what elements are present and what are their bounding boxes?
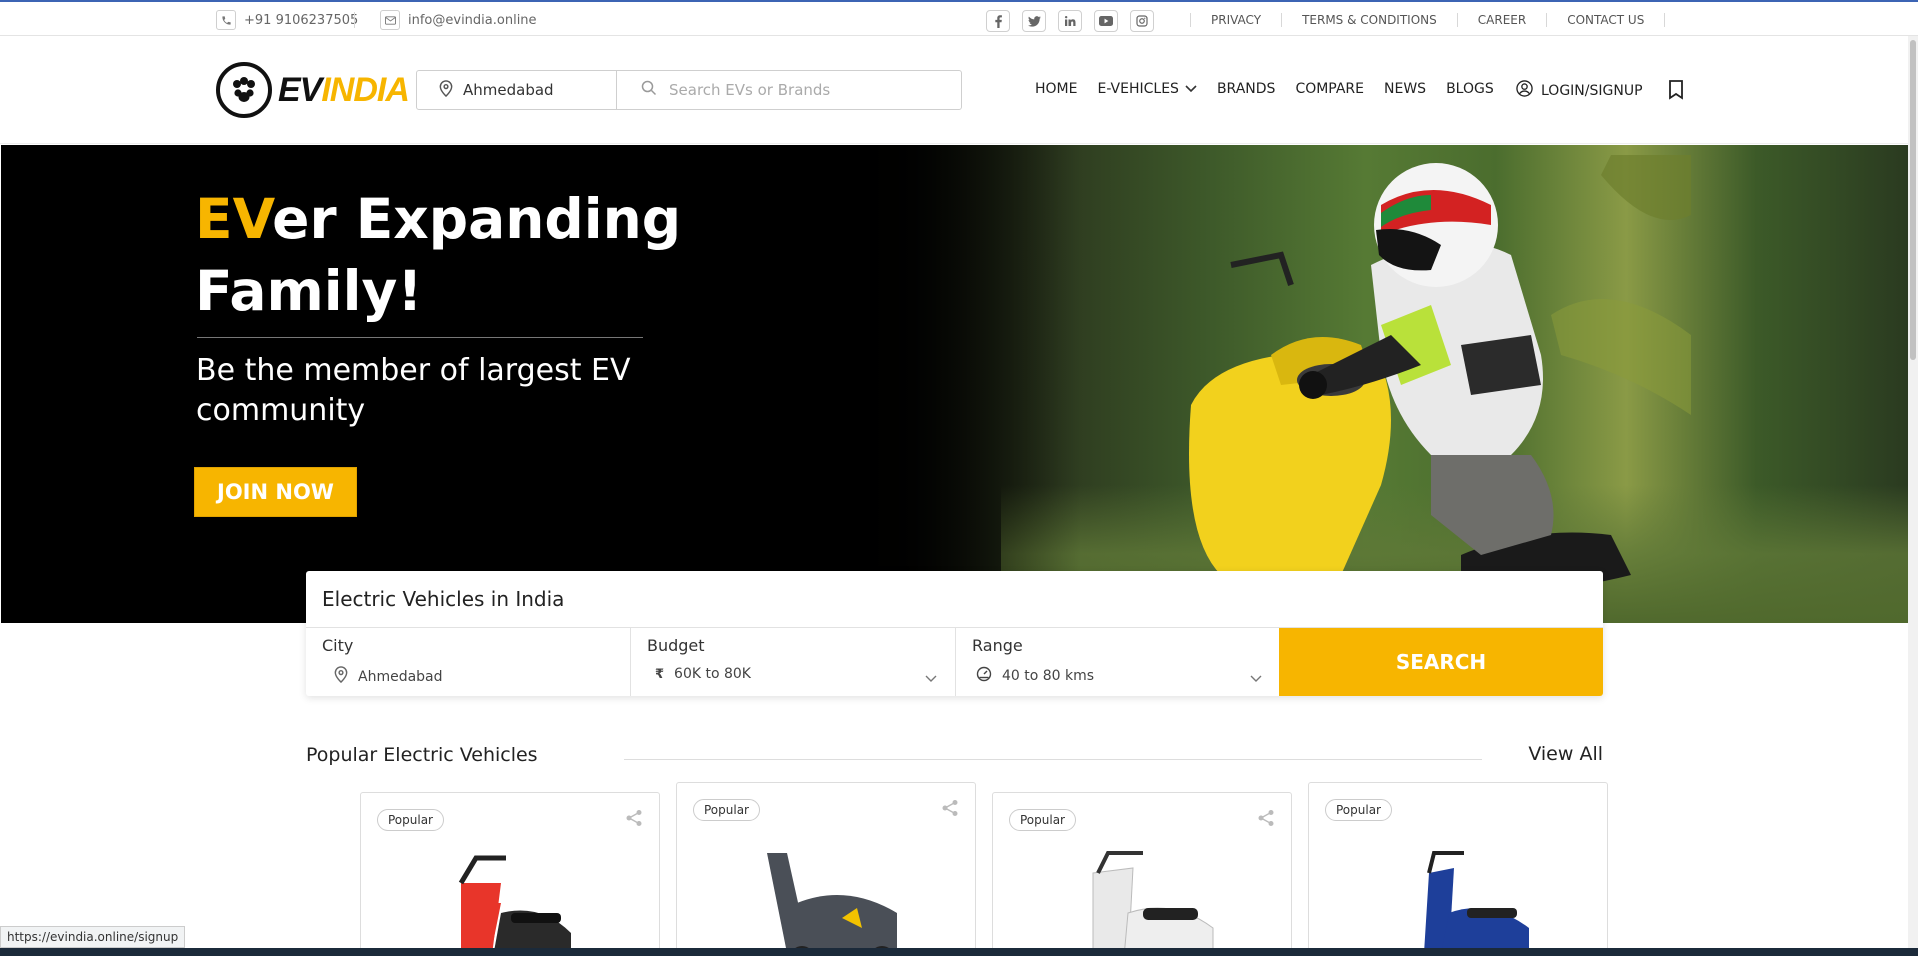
instagram-icon[interactable] bbox=[1130, 10, 1154, 32]
site-logo[interactable]: EVINDIA bbox=[216, 62, 410, 118]
city-filter-value: Ahmedabad bbox=[322, 666, 443, 687]
header-search: Ahmedabad bbox=[416, 70, 962, 110]
nav-brands[interactable]: BRANDS bbox=[1217, 81, 1275, 97]
location-pin-icon bbox=[439, 79, 453, 101]
vehicle-card[interactable]: Popular bbox=[992, 792, 1292, 956]
chevron-down-icon bbox=[925, 668, 937, 687]
popular-badge: Popular bbox=[377, 809, 444, 831]
browser-status-url: https://evindia.online/signup bbox=[0, 926, 186, 948]
speedometer-icon bbox=[976, 666, 992, 686]
user-circle-icon bbox=[1516, 80, 1533, 101]
scrollbar-thumb[interactable] bbox=[1910, 40, 1916, 360]
location-pin-icon bbox=[334, 666, 348, 687]
terms-link[interactable]: TERMS & CONDITIONS bbox=[1281, 13, 1457, 27]
career-link[interactable]: CAREER bbox=[1456, 13, 1546, 27]
budget-filter[interactable]: Budget ₹ 60K to 80K bbox=[631, 628, 956, 696]
hero-divider bbox=[197, 337, 643, 338]
scooter-image bbox=[1092, 851, 1214, 956]
join-now-button[interactable]: JOIN NOW bbox=[194, 467, 357, 517]
city-selector-value: Ahmedabad bbox=[463, 81, 554, 99]
top-bar: +91 9106237505 info@evindia.online PRIVA… bbox=[0, 0, 1918, 36]
section-title: Popular Electric Vehicles bbox=[306, 744, 538, 766]
hero-headline: EVer Expanding Family! bbox=[195, 187, 682, 323]
budget-filter-value: ₹ 60K to 80K bbox=[655, 666, 751, 682]
login-signup-link[interactable]: LOGIN/SIGNUP bbox=[1516, 80, 1643, 101]
nav-news[interactable]: NEWS bbox=[1384, 81, 1426, 97]
phone-number: +91 9106237505 bbox=[244, 12, 359, 28]
nav-e-vehicles-label: E-VEHICLES bbox=[1097, 81, 1179, 97]
range-filter-label: Range bbox=[972, 636, 1023, 655]
nav-home[interactable]: HOME bbox=[1035, 81, 1077, 97]
search-icon bbox=[641, 80, 657, 100]
email-contact[interactable]: info@evindia.online bbox=[380, 10, 537, 30]
ev-finder-panel: Electric Vehicles in India City Ahmedaba… bbox=[306, 571, 1603, 696]
share-icon[interactable] bbox=[625, 809, 643, 831]
twitter-icon[interactable] bbox=[1022, 10, 1046, 32]
city-selector[interactable]: Ahmedabad bbox=[417, 71, 617, 109]
finder-filters: City Ahmedabad Budget ₹ 60K to 80K Range bbox=[306, 627, 1603, 696]
range-filter[interactable]: Range 40 to 80 kms bbox=[956, 628, 1281, 696]
city-filter-label: City bbox=[322, 636, 354, 655]
phone-icon bbox=[216, 10, 236, 30]
finder-title: Electric Vehicles in India bbox=[322, 587, 565, 611]
social-links bbox=[986, 10, 1154, 32]
scooter-image bbox=[1424, 851, 1529, 956]
search-input[interactable] bbox=[669, 81, 949, 99]
vehicle-card[interactable]: Popular bbox=[1308, 782, 1608, 956]
bookmark-icon[interactable] bbox=[1668, 80, 1684, 104]
logo-wordmark: EVINDIA bbox=[278, 70, 410, 109]
youtube-icon[interactable] bbox=[1094, 10, 1118, 32]
popular-badge: Popular bbox=[693, 799, 760, 821]
linkedin-icon[interactable] bbox=[1058, 10, 1082, 32]
share-icon[interactable] bbox=[1257, 809, 1275, 831]
mail-icon bbox=[380, 10, 400, 30]
contact-us-link[interactable]: CONTACT US bbox=[1546, 13, 1666, 27]
search-field bbox=[617, 71, 961, 109]
scooter-image bbox=[458, 855, 571, 956]
search-button[interactable]: SEARCH bbox=[1279, 628, 1603, 696]
popular-badge: Popular bbox=[1325, 799, 1392, 821]
vehicle-card[interactable]: Popular bbox=[676, 782, 976, 956]
hero-banner: EVer Expanding Family! Be the member of … bbox=[1, 145, 1909, 623]
top-links: PRIVACY TERMS & CONDITIONS CAREER CONTAC… bbox=[1190, 13, 1666, 27]
site-header: EVINDIA Ahmedabad HOME E-VEHICLES BRANDS… bbox=[0, 36, 1918, 144]
view-all-link[interactable]: View All bbox=[1528, 743, 1603, 765]
chevron-down-icon bbox=[1185, 81, 1197, 97]
nav-compare[interactable]: COMPARE bbox=[1295, 81, 1364, 97]
email-address: info@evindia.online bbox=[408, 12, 537, 28]
chevron-down-icon bbox=[1250, 668, 1262, 687]
main-nav: HOME E-VEHICLES BRANDS COMPARE NEWS BLOG… bbox=[1035, 81, 1494, 97]
login-signup-label: LOGIN/SIGNUP bbox=[1541, 82, 1643, 99]
logo-paw-icon bbox=[216, 62, 272, 118]
range-filter-value: 40 to 80 kms bbox=[972, 666, 1094, 686]
budget-filter-label: Budget bbox=[647, 636, 705, 655]
rider-on-scooter-image bbox=[1189, 155, 1691, 595]
privacy-link[interactable]: PRIVACY bbox=[1190, 13, 1281, 27]
facebook-icon[interactable] bbox=[986, 10, 1010, 32]
vehicle-card[interactable]: Popular bbox=[360, 792, 660, 956]
nav-blogs[interactable]: BLOGS bbox=[1446, 81, 1494, 97]
scooter-image bbox=[767, 853, 897, 956]
phone-contact[interactable]: +91 9106237505 bbox=[216, 10, 358, 30]
nav-e-vehicles[interactable]: E-VEHICLES bbox=[1097, 81, 1197, 97]
hero-subheadline: Be the member of largest EV community bbox=[196, 353, 631, 428]
popular-badge: Popular bbox=[1009, 809, 1076, 831]
rupee-icon: ₹ bbox=[655, 666, 665, 682]
os-taskbar bbox=[0, 948, 1918, 956]
share-icon[interactable] bbox=[941, 799, 959, 821]
city-filter[interactable]: City Ahmedabad bbox=[306, 628, 631, 696]
